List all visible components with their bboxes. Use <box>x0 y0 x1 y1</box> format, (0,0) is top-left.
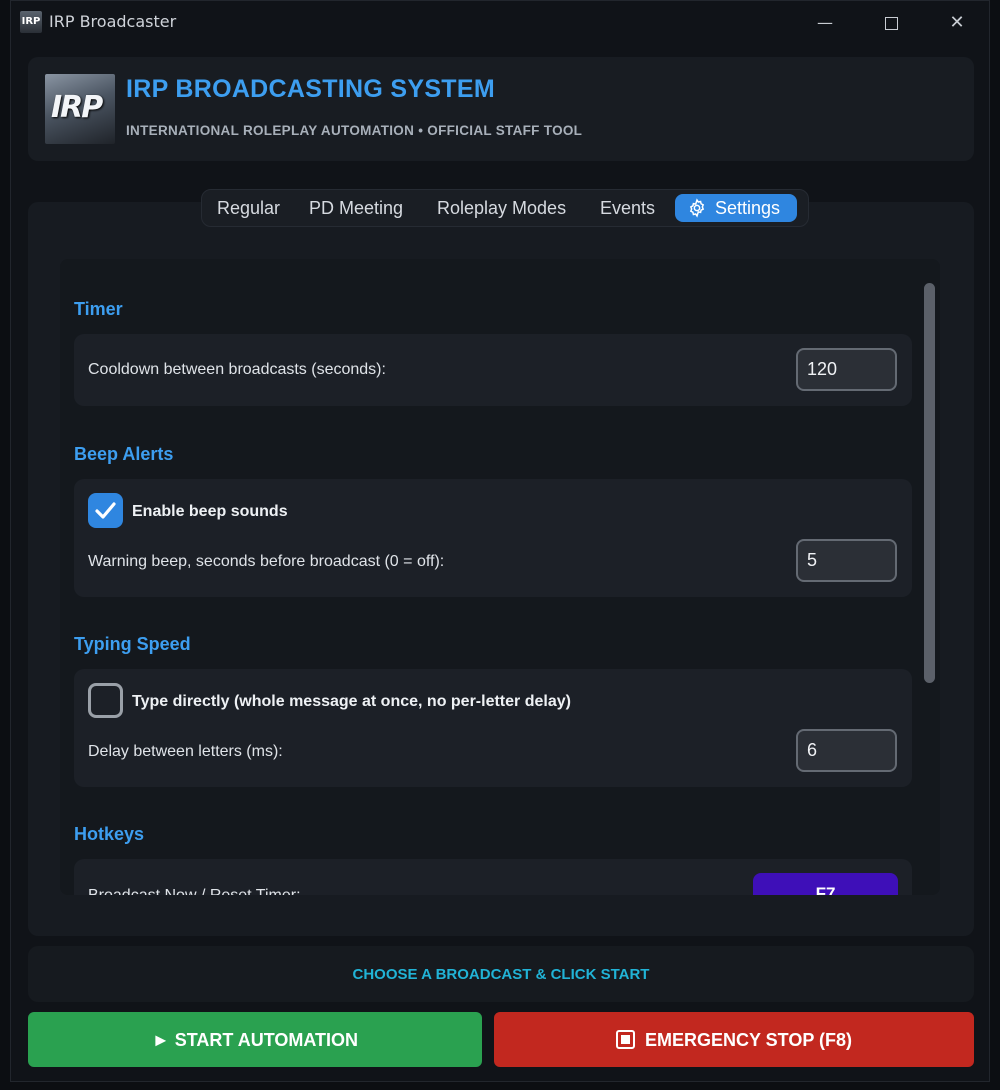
app-icon: IRP <box>20 11 42 33</box>
status-message: CHOOSE A BROADCAST & CLICK START <box>28 946 974 1002</box>
cooldown-label: Cooldown between broadcasts (seconds): <box>88 361 386 378</box>
hotkeys-card: Broadcast Now / Reset Timer: F7 <box>74 859 912 895</box>
page-subtitle: INTERNATIONAL ROLEPLAY AUTOMATION • OFFI… <box>126 123 583 138</box>
tab-regular[interactable]: Regular <box>207 194 290 222</box>
maximize-icon <box>884 17 898 30</box>
logo-text: IRP <box>51 90 103 125</box>
start-automation-button[interactable]: ► START AUTOMATION <box>28 1012 482 1067</box>
timer-card: Cooldown between broadcasts (seconds): 1… <box>74 334 912 406</box>
section-title-timer: Timer <box>74 299 123 319</box>
tab-pd-meeting[interactable]: PD Meeting <box>299 194 413 222</box>
cooldown-input[interactable]: 120 <box>796 348 897 391</box>
tab-roleplay-modes[interactable]: Roleplay Modes <box>427 194 576 222</box>
section-title-hotkeys: Hotkeys <box>74 824 145 844</box>
maximize-button[interactable] <box>869 9 913 37</box>
type-directly-label: Type directly (whole message at once, no… <box>132 693 571 710</box>
emergency-stop-label: EMERGENCY STOP (F8) <box>644 1030 853 1050</box>
app-window: IRP IRP Broadcaster — ✕ IRP IRP BROADCAS… <box>10 0 990 1082</box>
app-header: IRP IRP BROADCASTING SYSTEM INTERNATIONA… <box>28 57 974 161</box>
broadcast-hotkey-button[interactable]: F7 <box>753 873 898 895</box>
tab-bar: Regular PD Meeting Roleplay Modes Events… <box>201 189 809 227</box>
enable-beep-label: Enable beep sounds <box>132 503 288 520</box>
letter-delay-label: Delay between letters (ms): <box>88 743 283 760</box>
title-bar[interactable]: IRP IRP Broadcaster — ✕ <box>11 1 989 45</box>
close-icon: ✕ <box>949 12 965 33</box>
type-directly-checkbox[interactable] <box>88 683 123 718</box>
warning-beep-label: Warning beep, seconds before broadcast (… <box>88 553 445 570</box>
close-button[interactable]: ✕ <box>935 9 979 37</box>
emergency-stop-button[interactable]: EMERGENCY STOP (F8) <box>494 1012 974 1067</box>
stop-icon <box>615 1030 635 1049</box>
minimize-icon: — <box>817 13 833 32</box>
tab-settings-label: Settings <box>715 198 781 218</box>
tab-events[interactable]: Events <box>590 194 665 222</box>
letter-delay-input[interactable]: 6 <box>796 729 897 772</box>
warning-beep-input[interactable]: 5 <box>796 539 897 582</box>
section-title-typing-speed: Typing Speed <box>74 634 191 654</box>
irp-logo: IRP <box>45 74 115 144</box>
scrollbar-thumb[interactable] <box>924 283 935 683</box>
section-title-beep-alerts: Beep Alerts <box>74 444 174 464</box>
beep-card: Enable beep sounds Warning beep, seconds… <box>74 479 912 597</box>
page-title: IRP BROADCASTING SYSTEM <box>126 75 495 103</box>
typing-card: Type directly (whole message at once, no… <box>74 669 912 787</box>
gear-icon <box>689 198 705 218</box>
settings-scroll-area[interactable]: Timer Cooldown between broadcasts (secon… <box>60 259 940 895</box>
tab-settings[interactable]: Settings <box>675 194 797 222</box>
broadcast-now-label: Broadcast Now / Reset Timer: <box>88 887 301 895</box>
enable-beep-checkbox[interactable] <box>88 493 123 528</box>
window-title: IRP Broadcaster <box>49 12 177 31</box>
checkmark-icon <box>95 502 116 519</box>
minimize-button[interactable]: — <box>803 9 847 37</box>
